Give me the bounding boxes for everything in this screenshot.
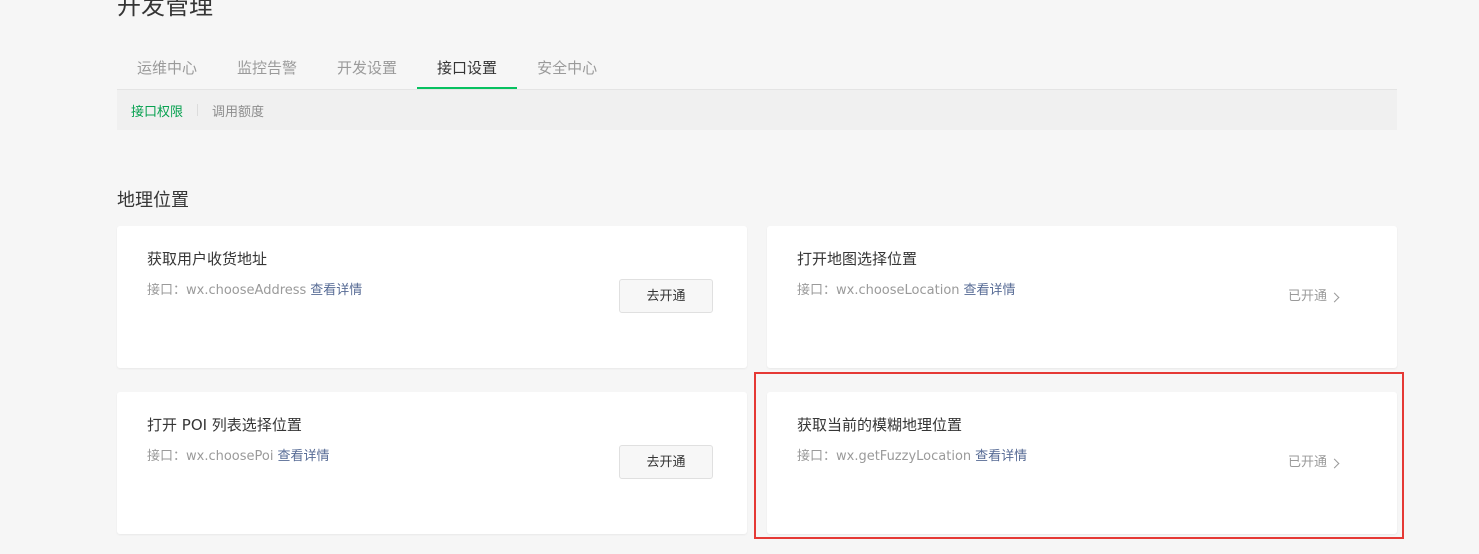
- section-title: 地理位置: [117, 190, 189, 211]
- subtab-call-quota[interactable]: 调用额度: [198, 101, 278, 120]
- api-card-get-fuzzy-location: 获取当前的模糊地理位置 接口：wx.getFuzzyLocation 查看详情 已…: [767, 392, 1397, 534]
- enabled-status-label: 已开通: [1288, 289, 1328, 304]
- view-details-link[interactable]: 查看详情: [310, 283, 362, 298]
- api-name: 接口：wx.chooseAddress: [147, 283, 307, 298]
- card-title: 打开 POI 列表选择位置: [147, 416, 302, 434]
- view-details-link[interactable]: 查看详情: [964, 283, 1016, 298]
- api-card-choose-address: 获取用户收货地址 接口：wx.chooseAddress 查看详情 去开通: [117, 226, 747, 368]
- card-api-desc: 接口：wx.chooseLocation 查看详情: [797, 282, 1016, 300]
- enabled-status-label: 已开通: [1288, 455, 1328, 470]
- enabled-status-link[interactable]: 已开通: [1288, 454, 1340, 472]
- sub-tabs: 接口权限 调用额度: [117, 90, 1397, 130]
- chevron-right-icon: [1329, 292, 1340, 302]
- card-title: 打开地图选择位置: [797, 250, 918, 268]
- page-title: 开发管理: [117, 0, 213, 20]
- api-name: 接口：wx.getFuzzyLocation: [797, 449, 972, 464]
- enable-button[interactable]: 去开通: [619, 279, 713, 313]
- card-api-desc: 接口：wx.choosePoi 查看详情: [147, 448, 329, 466]
- card-title: 获取用户收货地址: [147, 250, 268, 268]
- card-api-desc: 接口：wx.getFuzzyLocation 查看详情: [797, 448, 1027, 466]
- tab-dev-settings[interactable]: 开发设置: [317, 48, 417, 88]
- card-api-desc: 接口：wx.chooseAddress 查看详情: [147, 282, 362, 300]
- card-title: 获取当前的模糊地理位置: [797, 416, 963, 434]
- api-name: 接口：wx.choosePoi: [147, 449, 274, 464]
- api-card-choose-location: 打开地图选择位置 接口：wx.chooseLocation 查看详情 已开通: [767, 226, 1397, 368]
- view-details-link[interactable]: 查看详情: [277, 449, 329, 464]
- tab-monitoring-alerts[interactable]: 监控告警: [217, 48, 317, 88]
- tab-security-center[interactable]: 安全中心: [517, 48, 617, 88]
- tab-ops-center[interactable]: 运维中心: [117, 48, 217, 88]
- tab-api-settings[interactable]: 接口设置: [417, 48, 518, 89]
- api-name: 接口：wx.chooseLocation: [797, 283, 960, 298]
- subtab-api-permissions[interactable]: 接口权限: [117, 101, 197, 120]
- page: 开发管理 运维中心 监控告警 开发设置 接口设置 安全中心 接口权限 调用额度 …: [0, 0, 1479, 554]
- view-details-link[interactable]: 查看详情: [975, 449, 1027, 464]
- chevron-right-icon: [1329, 458, 1340, 468]
- enabled-status-link[interactable]: 已开通: [1288, 288, 1340, 306]
- api-card-choose-poi: 打开 POI 列表选择位置 接口：wx.choosePoi 查看详情 去开通: [117, 392, 747, 534]
- enable-button[interactable]: 去开通: [619, 445, 713, 479]
- main-tabs: 运维中心 监控告警 开发设置 接口设置 安全中心: [117, 48, 1397, 90]
